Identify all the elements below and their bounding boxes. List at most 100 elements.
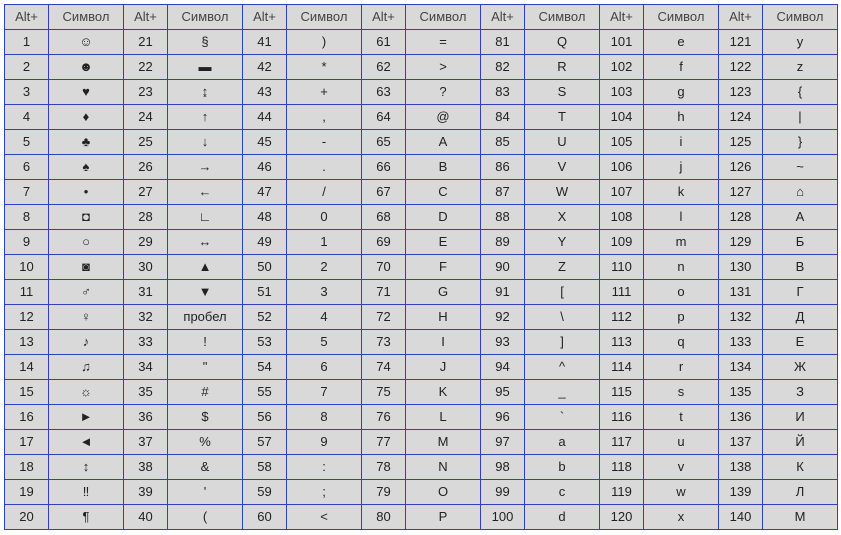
code-cell: 67	[361, 179, 405, 204]
code-cell: 19	[4, 479, 48, 504]
code-cell: 112	[599, 304, 643, 329]
symbol-cell: L	[405, 404, 480, 429]
symbol-cell: ▬	[167, 54, 242, 79]
symbol-cell: A	[405, 129, 480, 154]
code-cell: 80	[361, 504, 405, 529]
code-cell: 5	[4, 129, 48, 154]
code-cell: 88	[480, 204, 524, 229]
symbol-cell: Г	[762, 279, 837, 304]
symbol-cell: |	[762, 104, 837, 129]
code-cell: 8	[4, 204, 48, 229]
code-cell: 86	[480, 154, 524, 179]
code-cell: 40	[123, 504, 167, 529]
symbol-cell: §	[167, 29, 242, 54]
symbol-cell: ‼	[48, 479, 123, 504]
code-cell: 26	[123, 154, 167, 179]
code-cell: 126	[718, 154, 762, 179]
code-cell: 62	[361, 54, 405, 79]
code-cell: 118	[599, 454, 643, 479]
code-cell: 137	[718, 429, 762, 454]
symbol-cell: S	[524, 79, 599, 104]
code-cell: 106	[599, 154, 643, 179]
code-cell: 121	[718, 29, 762, 54]
code-cell: 120	[599, 504, 643, 529]
symbol-cell: y	[762, 29, 837, 54]
code-cell: 3	[4, 79, 48, 104]
code-cell: 90	[480, 254, 524, 279]
code-cell: 32	[123, 304, 167, 329]
symbol-cell: \	[524, 304, 599, 329]
code-cell: 59	[242, 479, 286, 504]
symbol-cell: ←	[167, 179, 242, 204]
code-cell: 24	[123, 104, 167, 129]
code-cell: 65	[361, 129, 405, 154]
symbol-cell: <	[286, 504, 361, 529]
code-cell: 61	[361, 29, 405, 54]
symbol-cell: V	[524, 154, 599, 179]
symbol-cell: C	[405, 179, 480, 204]
code-cell: 22	[123, 54, 167, 79]
code-cell: 98	[480, 454, 524, 479]
code-cell: 132	[718, 304, 762, 329]
code-cell: 115	[599, 379, 643, 404]
code-cell: 63	[361, 79, 405, 104]
symbol-cell: l	[643, 204, 718, 229]
header-symbol: Символ	[167, 4, 242, 29]
code-cell: 73	[361, 329, 405, 354]
symbol-cell: ∟	[167, 204, 242, 229]
symbol-cell: t	[643, 404, 718, 429]
symbol-cell: k	[643, 179, 718, 204]
code-cell: 35	[123, 379, 167, 404]
code-cell: 79	[361, 479, 405, 504]
symbol-cell: M	[405, 429, 480, 454]
symbol-cell: *	[286, 54, 361, 79]
symbol-cell: x	[643, 504, 718, 529]
code-cell: 49	[242, 229, 286, 254]
header-code: Alt+	[718, 4, 762, 29]
code-cell: 75	[361, 379, 405, 404]
symbol-cell: ↨	[167, 79, 242, 104]
code-cell: 111	[599, 279, 643, 304]
code-cell: 55	[242, 379, 286, 404]
symbol-cell: X	[524, 204, 599, 229]
symbol-cell: I	[405, 329, 480, 354]
symbol-cell: М	[762, 504, 837, 529]
code-cell: 12	[4, 304, 48, 329]
symbol-cell: g	[643, 79, 718, 104]
code-cell: 36	[123, 404, 167, 429]
symbol-cell: d	[524, 504, 599, 529]
code-cell: 82	[480, 54, 524, 79]
symbol-cell: ^	[524, 354, 599, 379]
symbol-cell: ;	[286, 479, 361, 504]
symbol-cell: 7	[286, 379, 361, 404]
code-cell: 125	[718, 129, 762, 154]
code-cell: 47	[242, 179, 286, 204]
code-cell: 52	[242, 304, 286, 329]
symbol-cell: Е	[762, 329, 837, 354]
symbol-cell: c	[524, 479, 599, 504]
symbol-cell: 1	[286, 229, 361, 254]
header-symbol: Символ	[286, 4, 361, 29]
symbol-cell: m	[643, 229, 718, 254]
code-cell: 2	[4, 54, 48, 79]
symbol-cell: И	[762, 404, 837, 429]
symbol-cell: q	[643, 329, 718, 354]
code-cell: 87	[480, 179, 524, 204]
symbol-cell: 8	[286, 404, 361, 429]
code-cell: 10	[4, 254, 48, 279]
code-cell: 27	[123, 179, 167, 204]
symbol-cell: 9	[286, 429, 361, 454]
symbol-cell: H	[405, 304, 480, 329]
symbol-cell: W	[524, 179, 599, 204]
code-cell: 74	[361, 354, 405, 379]
symbol-cell: a	[524, 429, 599, 454]
symbol-cell: 5	[286, 329, 361, 354]
code-cell: 7	[4, 179, 48, 204]
code-cell: 103	[599, 79, 643, 104]
header-code: Alt+	[242, 4, 286, 29]
code-cell: 76	[361, 404, 405, 429]
code-cell: 107	[599, 179, 643, 204]
symbol-cell: ▲	[167, 254, 242, 279]
header-symbol: Символ	[405, 4, 480, 29]
symbol-cell: В	[762, 254, 837, 279]
